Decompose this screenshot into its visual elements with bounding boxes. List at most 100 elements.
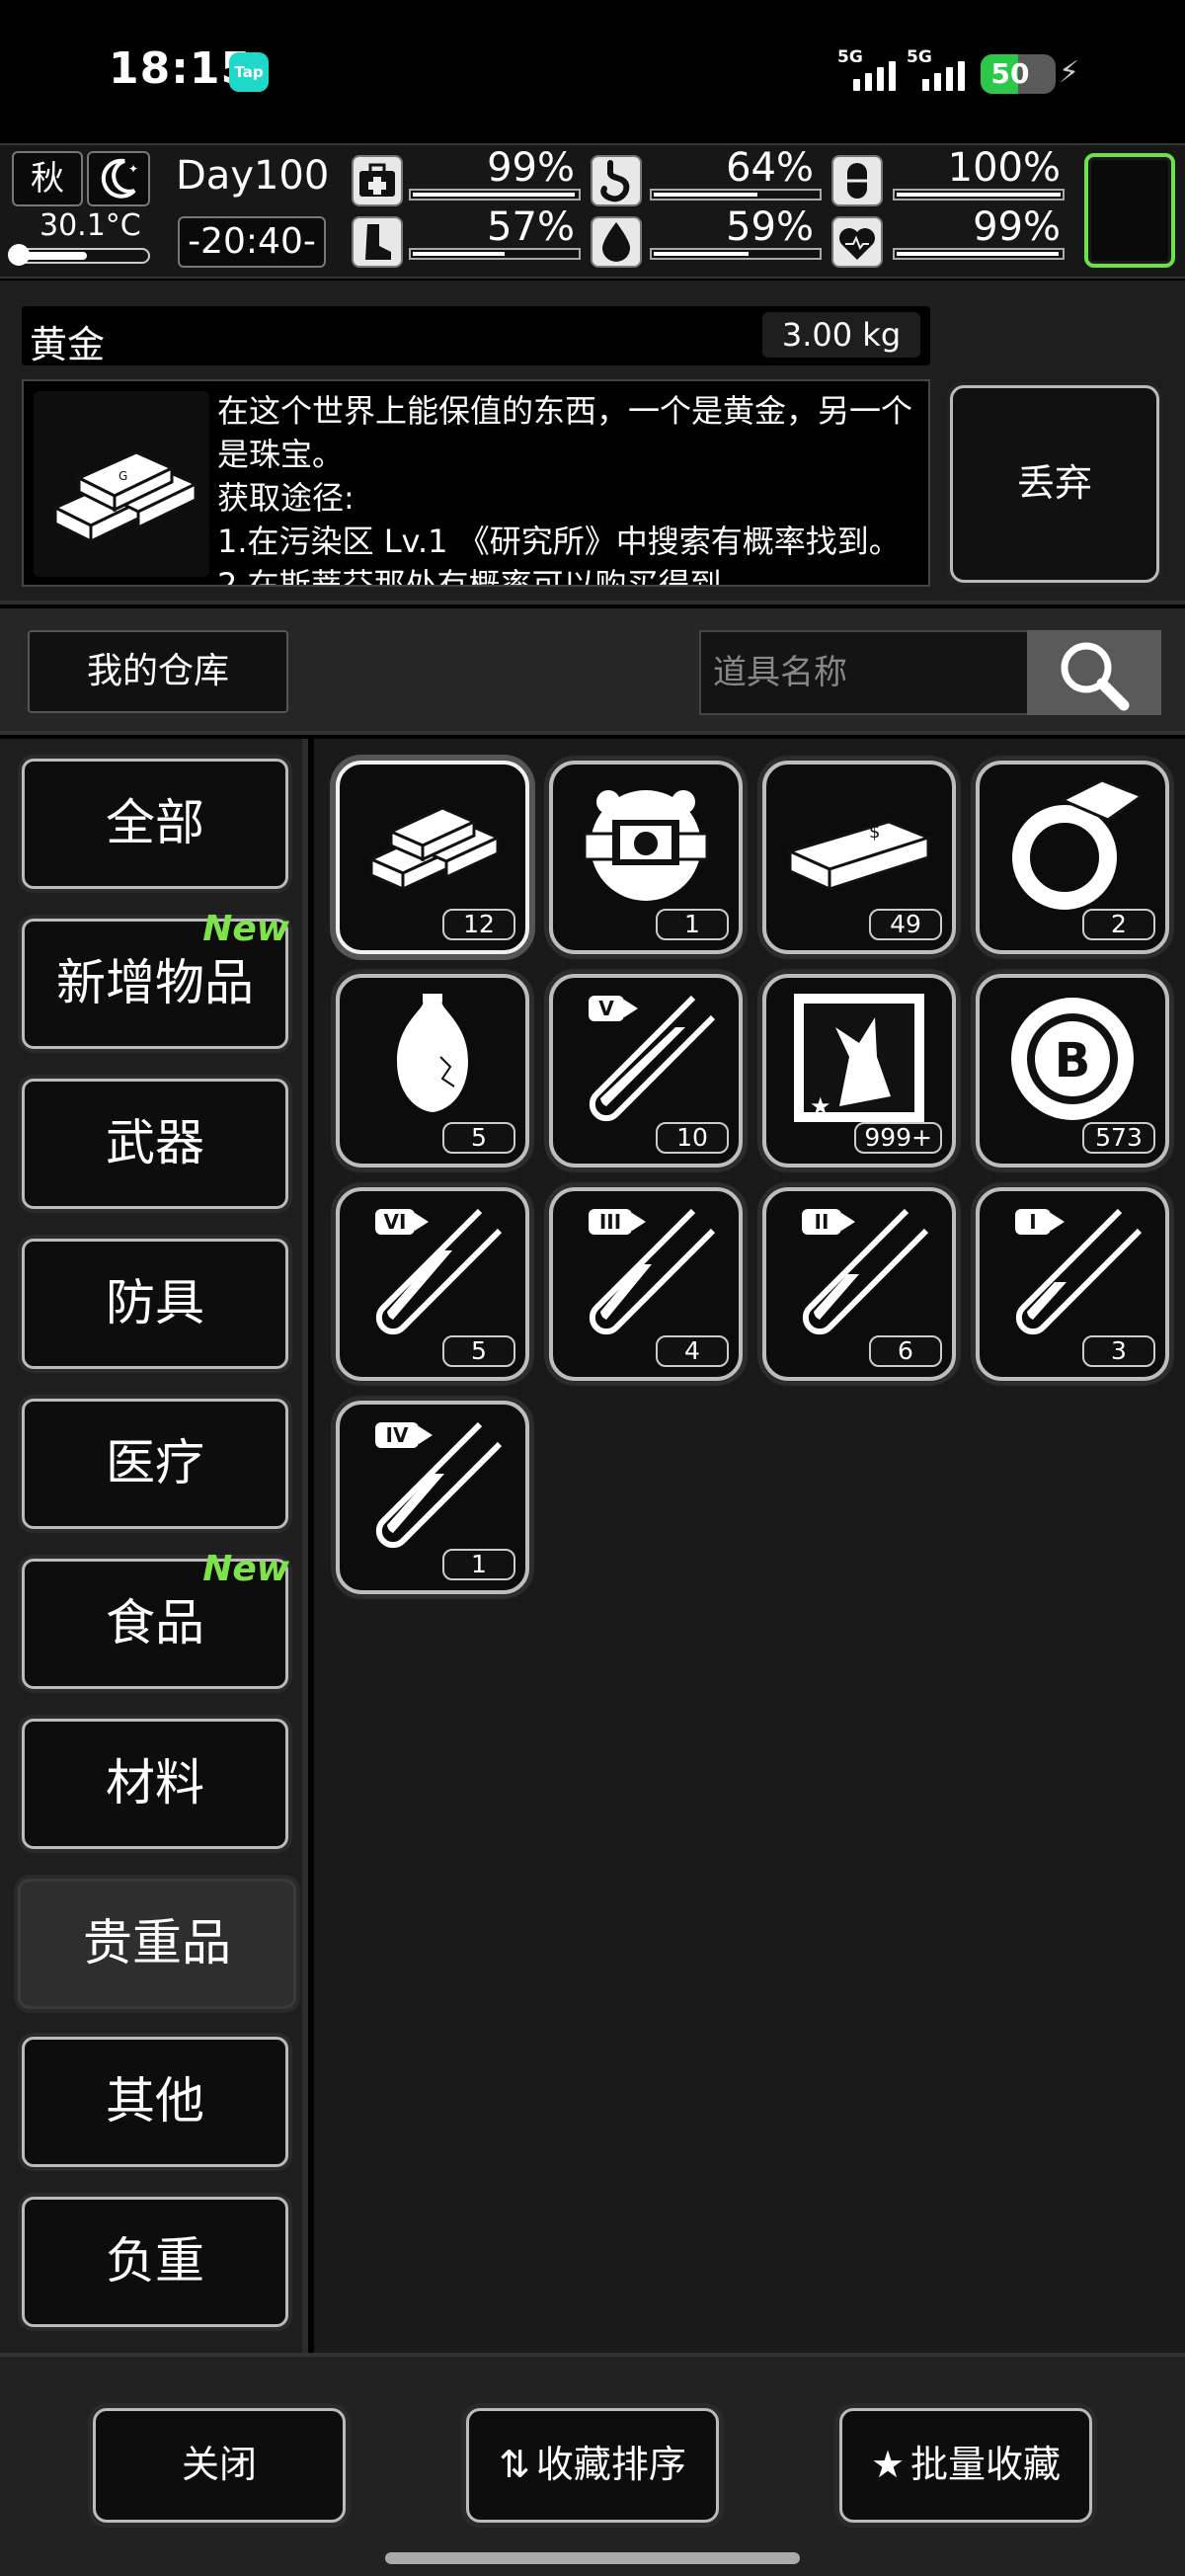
mood-bar: [893, 248, 1065, 260]
category-medical[interactable]: 医疗: [22, 1399, 288, 1529]
porcelain-vase-icon: [397, 994, 468, 1112]
item-quantity: 10: [656, 1122, 729, 1154]
zombie-poster-icon: ★: [794, 994, 924, 1122]
close-button[interactable]: 关闭: [93, 2408, 346, 2523]
item-description-text: 在这个世界上能保值的东西，一个是黄金，另一个是珠宝。 获取途径: 1.在污染区 …: [217, 389, 918, 585]
svg-text:✦: ✦: [128, 162, 138, 176]
svg-text:B: B: [1055, 1033, 1091, 1088]
item-slot[interactable]: III 4: [549, 1187, 743, 1381]
test-tube-iii-icon: III: [589, 1208, 716, 1335]
home-indicator[interactable]: [385, 2552, 800, 2564]
category-weapons[interactable]: 武器: [22, 1079, 288, 1209]
new-badge: New: [202, 909, 289, 949]
item-search-input[interactable]: [699, 630, 1029, 715]
category-label: 材料: [106, 1754, 204, 1811]
item-quantity: 3: [1082, 1335, 1155, 1367]
item-slot[interactable]: IV 1: [336, 1401, 529, 1594]
category-label: 武器: [106, 1114, 204, 1171]
item-quantity: 1: [656, 909, 729, 940]
item-slot[interactable]: II 6: [762, 1187, 956, 1381]
tube-tag: III: [599, 1210, 621, 1234]
signal-icon: 5G: [837, 47, 908, 93]
tube-tag: II: [815, 1210, 830, 1234]
item-slot[interactable]: 12: [336, 761, 529, 954]
category-sidebar: 全部 新增物品 New 武器 防具 医疗 食品 New 材料 贵重品 其他 负重: [0, 739, 308, 2353]
signal-icon-2: 5G: [907, 47, 978, 93]
search-button[interactable]: [1027, 630, 1161, 715]
sort-arrows-icon: ⇅: [499, 2443, 530, 2486]
item-slot[interactable]: 5: [336, 974, 529, 1167]
category-load[interactable]: 负重: [22, 2197, 288, 2327]
hunger-percent: 64%: [726, 145, 814, 191]
category-food[interactable]: 食品 New: [22, 1550, 289, 1689]
thirst-bar: [650, 248, 822, 260]
hunger-bar: [650, 189, 822, 201]
warehouse-title: 我的仓库: [28, 630, 288, 713]
close-label: 关闭: [181, 2443, 257, 2486]
svg-text:$: $: [869, 822, 880, 843]
temperature: 30.1°C: [40, 208, 141, 243]
tube-tag: VI: [384, 1210, 407, 1234]
pill-icon: [831, 155, 883, 206]
category-label: 医疗: [106, 1434, 204, 1491]
item-slot[interactable]: 2: [976, 761, 1169, 954]
category-materials[interactable]: 材料: [22, 1719, 288, 1849]
category-new-items[interactable]: 新增物品 New: [22, 910, 289, 1049]
item-quantity: 573: [1082, 1122, 1155, 1154]
bottom-action-bar: 关闭 ⇅ 收藏排序 ★ 批量收藏: [0, 2353, 1185, 2576]
moon-icon: ✦: [87, 151, 150, 206]
tube-tag: IV: [386, 1423, 409, 1447]
discard-button[interactable]: 丢弃: [950, 385, 1159, 583]
star-icon: ★: [870, 2443, 906, 2486]
item-name: 黄金: [30, 323, 106, 366]
medkit-icon: [352, 155, 403, 206]
charging-icon: ⚡: [1059, 55, 1080, 90]
robot-toy-icon: [583, 790, 709, 901]
survival-hud: 秋 ✦ 30.1°C Day100 -20:40- 99% 64% 100% 5…: [0, 143, 1185, 279]
health-bar: [409, 189, 581, 201]
test-tube-vi-icon: VI: [375, 1208, 503, 1335]
tube-tag: I: [1029, 1210, 1036, 1234]
item-name-bar: 黄金 3.00 kg: [22, 306, 930, 366]
test-tube-i-icon: I: [1015, 1208, 1143, 1335]
description-line: 在这个世界上能保值的东西，一个是黄金，另一个是珠宝。: [217, 392, 913, 473]
equipped-slot[interactable]: [1084, 153, 1175, 268]
item-quantity: 6: [869, 1335, 942, 1367]
item-slot[interactable]: B 573: [976, 974, 1169, 1167]
item-slot[interactable]: ★ 999+: [762, 974, 956, 1167]
mood-percent: 99%: [973, 204, 1061, 250]
description-line: 1.在污染区 Lv.1 《研究所》中搜索有概率找到。: [217, 523, 901, 560]
svg-text:G: G: [118, 469, 127, 483]
sort-favorites-button[interactable]: ⇅ 收藏排序: [466, 2408, 719, 2523]
category-valuables[interactable]: 贵重品: [18, 1879, 296, 2009]
category-all[interactable]: 全部: [22, 759, 288, 889]
test-tube-v-icon: V: [589, 995, 716, 1122]
item-slot[interactable]: V 10: [549, 974, 743, 1167]
test-tube-ii-icon: II: [802, 1208, 929, 1335]
description-line: 获取途径:: [217, 479, 355, 517]
item-quantity: 2: [1082, 909, 1155, 940]
item-quantity: 5: [442, 1335, 515, 1367]
category-other[interactable]: 其他: [22, 2037, 288, 2167]
stomach-icon: [591, 155, 642, 206]
item-slot[interactable]: $ 49: [762, 761, 956, 954]
tube-tag: V: [598, 997, 614, 1020]
category-armor[interactable]: 防具: [22, 1239, 288, 1369]
category-label: 其他: [106, 2072, 204, 2130]
item-description-box[interactable]: G 在这个世界上能保值的东西，一个是黄金，另一个是珠宝。 获取途径: 1.在污染…: [22, 379, 930, 587]
item-slot[interactable]: 1: [549, 761, 743, 954]
health-percent: 99%: [487, 145, 575, 191]
category-label: 防具: [106, 1274, 204, 1331]
sort-favorites-label: 收藏排序: [535, 2443, 686, 2486]
warehouse-header: 我的仓库: [0, 608, 1185, 735]
item-quantity: 5: [442, 1122, 515, 1154]
item-quantity: 49: [869, 909, 942, 940]
item-slot[interactable]: I 3: [976, 1187, 1169, 1381]
heart-icon: [831, 216, 883, 268]
item-slot[interactable]: VI 5: [336, 1187, 529, 1381]
item-detail-panel: 黄金 3.00 kg G 在这个世界上能保值的东西，一个是黄金，另一个是珠宝。: [0, 281, 1185, 604]
foot-icon: [352, 216, 403, 268]
category-label: 全部: [106, 794, 204, 851]
batch-favorite-button[interactable]: ★ 批量收藏: [839, 2408, 1092, 2523]
category-label: 负重: [106, 2232, 204, 2290]
